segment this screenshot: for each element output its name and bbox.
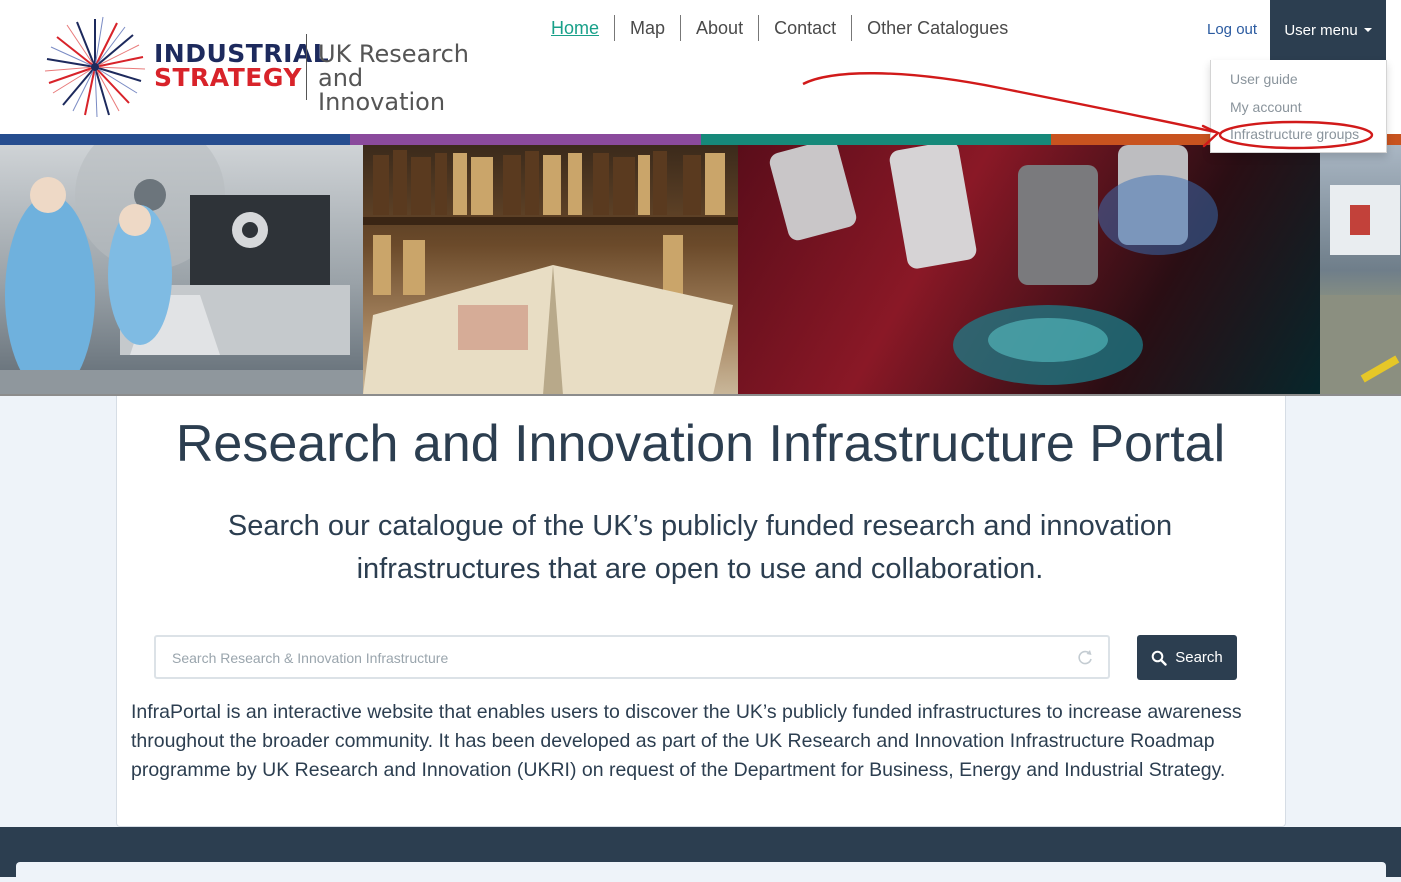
library-book-illustration — [363, 150, 738, 395]
page-title: Research and Innovation Infrastructure P… — [175, 415, 1226, 473]
search-button-label: Search — [1175, 649, 1223, 666]
ukri-line2: and Innovation — [318, 64, 446, 116]
user-menu-dropdown: User guide My account Infrastructure gro… — [1210, 60, 1387, 153]
nav-map[interactable]: Map — [614, 15, 680, 41]
color-stripe — [0, 134, 1401, 145]
page-subtitle: Search our catalogue of the UK’s publicl… — [227, 510, 1173, 585]
port-scene-illustration — [1320, 185, 1401, 395]
search-field[interactable] — [154, 635, 1110, 679]
site-header: INDUSTRIAL STRATEGY UK Research and Inno… — [0, 0, 1401, 134]
search-icon — [1151, 650, 1167, 666]
nav-contact[interactable]: Contact — [758, 15, 851, 41]
logout-link[interactable]: Log out — [1207, 21, 1257, 38]
starburst-logo-icon — [44, 16, 146, 118]
footer-panel — [16, 862, 1386, 882]
banner-image-microscope — [738, 145, 1320, 395]
portal-description: InfraPortal is an interactive website th… — [131, 701, 1242, 781]
search-button[interactable]: Search — [1137, 635, 1237, 680]
logo-line2: STRATEGY — [154, 63, 302, 92]
stripe-segment — [700, 134, 1051, 145]
stripe-segment — [0, 134, 351, 145]
stripe-segment — [350, 134, 701, 145]
lab-scene-illustration — [0, 145, 363, 395]
banner-image-port — [1320, 145, 1401, 395]
banner-image-library — [363, 145, 738, 395]
search-input[interactable] — [170, 646, 1054, 670]
user-menu-label: User menu — [1284, 21, 1358, 39]
industrial-strategy-wordmark: INDUSTRIAL STRATEGY — [154, 41, 329, 92]
nav-home[interactable]: Home — [536, 15, 614, 41]
logo-divider — [306, 34, 307, 100]
hero-banner — [0, 145, 1401, 395]
refresh-icon[interactable] — [1076, 648, 1094, 666]
site-logo[interactable]: INDUSTRIAL STRATEGY UK Research and Inno… — [44, 16, 494, 118]
main-nav: Home Map About Contact Other Catalogues — [536, 14, 1023, 42]
caret-down-icon — [1363, 28, 1372, 32]
dropdown-item-infrastructure-groups[interactable]: Infrastructure groups — [1230, 126, 1359, 142]
banner-image-lab — [0, 145, 363, 395]
ukri-wordmark: UK Research and Innovation — [318, 42, 494, 114]
dropdown-item-my-account[interactable]: My account — [1230, 99, 1302, 115]
microscope-illustration — [769, 145, 1218, 385]
nav-about[interactable]: About — [680, 15, 758, 41]
user-menu-button[interactable]: User menu — [1270, 0, 1386, 60]
dropdown-item-user-guide[interactable]: User guide — [1230, 71, 1298, 87]
nav-other-catalogues[interactable]: Other Catalogues — [851, 15, 1023, 41]
ukri-line1: UK Research — [318, 40, 470, 68]
